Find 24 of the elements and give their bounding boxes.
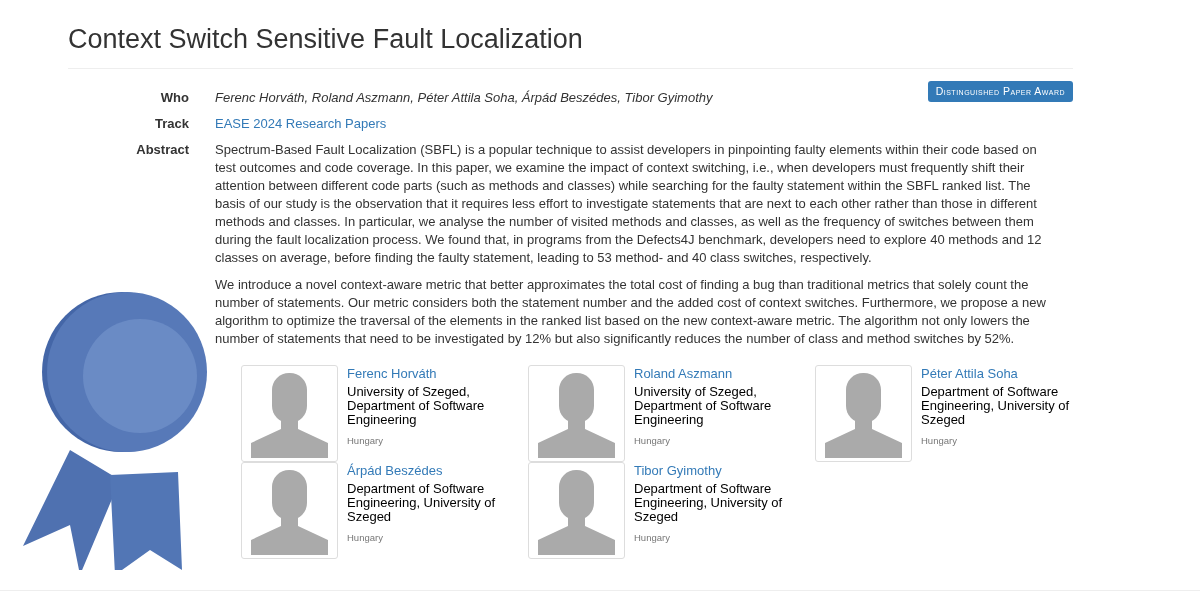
- track-link[interactable]: EASE 2024 Research Papers: [215, 116, 387, 131]
- author-country: Hungary: [921, 434, 958, 448]
- author-name[interactable]: Árpád Beszédes: [347, 462, 528, 480]
- author-affiliation: Department of Software Engineering, University of Szeged: [921, 385, 1071, 427]
- award-badge: Distinguished Paper Award: [927, 81, 1073, 102]
- author-country: Hungary: [634, 434, 671, 448]
- author-affiliation: Department of Software Engineering, University of Szeged: [347, 482, 497, 524]
- abstract-paragraph: We introduce a novel context-aware metric that better approximates the total cost of finding a bug than traditional metrics that solely count the number of statements. Our metric considers both the statement number and the added cost of context switches. Furthermore, we propose a new algorithm to optimize the traversal of the elements in the ranked list based on the new context-aware metric. The algorithm not only lowers the number of statements that need to be investigated by 12% but also significantly reduces the number of class and method switches by 52%.: [215, 276, 1047, 348]
- author-name[interactable]: Ferenc Horváth: [347, 365, 528, 383]
- field-label: Track: [154, 115, 190, 133]
- author-country: Hungary: [347, 434, 384, 448]
- author-list: Ferenc Horváth, Roland Aszmann, Péter Attila Soha, Árpád Beszédes, Tibor Gyimothy: [215, 90, 713, 105]
- author-country: Hungary: [634, 531, 671, 545]
- author-affiliation: University of Szeged, Department of Software Engineering: [634, 385, 773, 427]
- author-country: Hungary: [347, 531, 384, 545]
- author-name[interactable]: Péter Attila Soha: [921, 365, 1075, 383]
- field-label: Who: [159, 89, 190, 107]
- author-name[interactable]: Tibor Gyimothy: [634, 462, 815, 480]
- field-label: Abstract: [135, 141, 190, 159]
- author-name[interactable]: Roland Aszmann: [634, 365, 815, 383]
- author-affiliation: Department of Software Engineering, University of Szeged: [634, 482, 784, 524]
- abstract-paragraph: Spectrum-Based Fault Localization (SBFL) is a popular technique to assist developers in pinpointing faulty elements within their code based on test outcomes and code coverage. In this paper, we examine the impact of context switching, i.e., when developers must frequently shift their attention between different code parts (such as methods and classes) while searching for the faulty statement within the SBFL ranked list. The basis of our study is the observation that it requires less effort to investigate statements that are next to each other rather than those in different methods and classes. In particular, we analyse the number of visited methods and classes, as well as the frequency of switches between them during the fault localization process. We found that, in programs from the Defects4J benchmark, developers need to explore 40 methods and 12 classes on average, before finding the faulty statement, leading to 53 method- and 40 class switches, respectively.: [215, 141, 1043, 267]
- author-affiliation: University of Szeged, Department of Software Engineering: [347, 385, 486, 427]
- page-title: Context Switch Sensitive Fault Localization: [68, 23, 584, 56]
